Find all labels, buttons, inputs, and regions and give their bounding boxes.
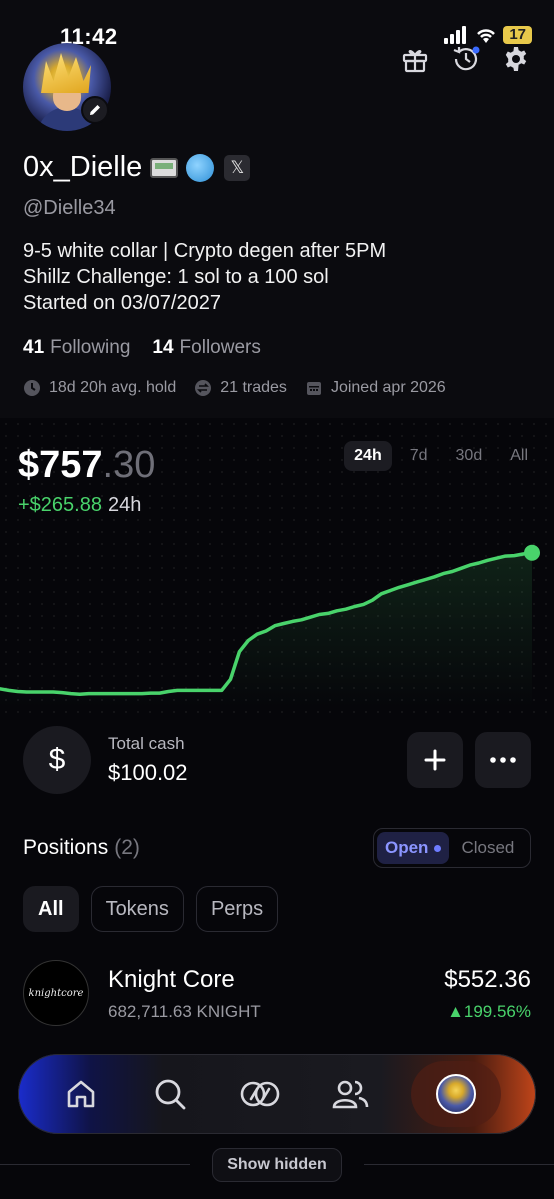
more-options-button[interactable]: [475, 732, 531, 788]
battery-indicator: 17: [503, 26, 532, 44]
plus-icon: [424, 749, 446, 771]
token-amount: 682,711.63 KNIGHT: [108, 1002, 261, 1021]
nav-profile-avatar[interactable]: [411, 1061, 502, 1127]
portfolio-chart[interactable]: [0, 538, 554, 708]
pager-emoji-icon: [150, 157, 179, 178]
top-actions: [400, 44, 530, 74]
positions-title: Positions (2): [23, 836, 140, 859]
bottom-nav: [18, 1054, 536, 1134]
home-icon: [67, 1080, 95, 1108]
show-hidden-button[interactable]: Show hidden: [212, 1148, 342, 1182]
range-30d[interactable]: 30d: [446, 441, 493, 471]
profile-header: 11:42 17 0x_Dielle 𝕏 @Dielle34 9-5 white…: [0, 0, 554, 418]
join-date: Joined apr 2026: [305, 379, 446, 397]
knightcore-logo: knightcore: [23, 960, 89, 1026]
profile-meta: 18d 20h avg. hold 21 trades Joined apr 2…: [23, 379, 446, 397]
filter-perps[interactable]: Perps: [195, 886, 279, 932]
bio-line: Started on 03/07/2027: [23, 292, 221, 314]
gift-icon[interactable]: [400, 44, 430, 74]
add-cash-button[interactable]: [407, 732, 463, 788]
profile-name: 0x_Dielle: [23, 151, 143, 183]
cash-value: $100.02: [108, 760, 188, 785]
swap-icon: [195, 380, 212, 396]
positions-header: Positions (2) Open Closed: [23, 828, 531, 868]
trade-icon: [240, 1081, 280, 1107]
history-icon[interactable]: [450, 44, 482, 74]
bio-line: Shillz Challenge: 1 sol to a 100 sol: [23, 266, 329, 288]
profile-name-row: 0x_Dielle 𝕏: [23, 151, 251, 184]
globe-emoji-icon: [186, 153, 215, 182]
status-indicators: 17: [443, 26, 532, 44]
range-all[interactable]: All: [500, 441, 538, 471]
filter-all[interactable]: All: [23, 886, 79, 932]
x-social-icon[interactable]: 𝕏: [224, 154, 251, 181]
avatar: [436, 1074, 477, 1114]
follow-stats: 41 Following 14 Followers: [23, 337, 261, 359]
total-cash-row: $ Total cash $100.02: [23, 726, 533, 796]
position-row[interactable]: knightcore Knight Core 682,711.63 KNIGHT…: [23, 960, 531, 1028]
nav-people[interactable]: [322, 1066, 378, 1122]
bio-line: 9-5 white collar | Crypto degen after 5P…: [23, 240, 387, 262]
range-7d[interactable]: 7d: [400, 441, 438, 471]
cash-label: Total cash: [108, 734, 185, 753]
nav-trade[interactable]: [232, 1066, 288, 1122]
following-link[interactable]: 41 Following: [23, 337, 130, 359]
position-filters: All Tokens Perps: [23, 886, 279, 932]
open-tab[interactable]: Open: [377, 832, 450, 864]
token-change: ▲199.56%: [447, 1002, 531, 1021]
signal-icon: [444, 26, 467, 44]
closed-tab[interactable]: Closed: [461, 838, 514, 858]
clock-icon: [24, 380, 40, 396]
calendar-icon: [306, 382, 321, 395]
portfolio-change: +$265.88 24h: [18, 494, 142, 516]
people-icon: [332, 1080, 368, 1109]
portfolio-value: $757.30: [18, 444, 156, 486]
dollar-icon: $: [23, 726, 91, 794]
wifi-icon: [477, 29, 496, 43]
profile-handle: @Dielle34: [23, 197, 116, 219]
divider: [364, 1164, 554, 1165]
range-24h[interactable]: 24h: [344, 441, 392, 471]
followers-link[interactable]: 14 Followers: [152, 337, 260, 359]
token-value: $552.36: [444, 966, 531, 993]
trades-count: 21 trades: [194, 379, 287, 397]
nav-search[interactable]: [142, 1066, 198, 1122]
token-name: Knight Core: [108, 966, 235, 993]
search-icon: [155, 1079, 186, 1110]
time-range-selector: 24h 7d 30d All: [344, 441, 538, 471]
chart-end-point: [524, 544, 540, 561]
profile-bio: 9-5 white collar | Crypto degen after 5P…: [23, 238, 386, 316]
more-dots-icon: [490, 757, 516, 763]
pencil-icon: [90, 105, 100, 115]
filter-tokens[interactable]: Tokens: [90, 886, 184, 932]
avg-hold: 18d 20h avg. hold: [23, 379, 176, 397]
open-closed-toggle: Open Closed: [373, 828, 531, 868]
divider: [0, 1164, 190, 1165]
edit-avatar-button[interactable]: [81, 96, 109, 124]
active-dot-icon: [434, 844, 442, 852]
settings-gear-icon[interactable]: [502, 45, 530, 73]
nav-home[interactable]: [53, 1066, 109, 1122]
